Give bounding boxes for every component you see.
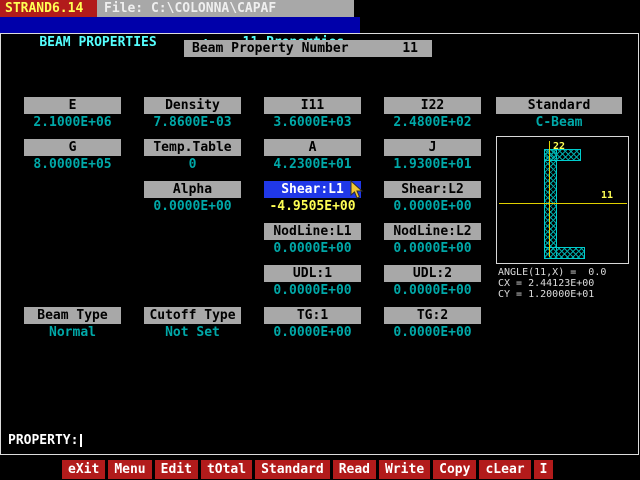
field-cutoff-type-value: Not Set	[144, 324, 241, 341]
field-shear-l2-button[interactable]: Shear:L2	[384, 181, 481, 198]
section-standard-button[interactable]: Standard	[496, 97, 622, 114]
field-nodline-l2-button[interactable]: NodLine:L2	[384, 223, 481, 240]
mouse-cursor	[350, 180, 364, 204]
field-nodline-l1-button[interactable]: NodLine:L1	[264, 223, 361, 240]
command-input[interactable]: PROPERTY:	[8, 432, 82, 449]
field-udl-1-value: 0.0000E+00	[264, 282, 361, 299]
field-shear-l1-value: -4.9505E+00	[264, 198, 361, 215]
section-type-label: C-Beam	[496, 114, 622, 131]
field-shear-l2-value: 0.0000E+00	[384, 198, 481, 215]
field-e-value: 2.1000E+06	[24, 114, 121, 131]
menu-item-clear[interactable]: cLear	[479, 460, 530, 479]
file-path: File: C:\COLONNA\CAPAF	[97, 0, 354, 17]
field-shear-l2: Shear:L2 0.0000E+00	[384, 181, 481, 215]
beam-bottom-flange	[544, 247, 585, 259]
section-cx: CX = 2.44123E+00	[498, 279, 594, 289]
axis-22-line	[549, 141, 550, 257]
property-number: 11	[402, 40, 418, 57]
field-g-value: 8.0000E+05	[24, 156, 121, 173]
axis-22-label: 22	[553, 142, 565, 152]
field-j-button[interactable]: J	[384, 139, 481, 156]
field-tg-2-value: 0.0000E+00	[384, 324, 481, 341]
field-nodline-l1: NodLine:L1 0.0000E+00	[264, 223, 361, 257]
page-title: Beam Property Number 11	[184, 40, 432, 57]
field-udl-2: UDL:2 0.0000E+00	[384, 265, 481, 299]
field-udl-2-value: 0.0000E+00	[384, 282, 481, 299]
field-udl-1-button[interactable]: UDL:1	[264, 265, 361, 282]
field-i22: I22 2.4800E+02	[384, 97, 481, 131]
field-density-value: 7.8600E-03	[144, 114, 241, 131]
bottom-menu: eXit Menu Edit tOtal Standard Read Write…	[0, 460, 640, 480]
field-nodline-l2-value: 0.0000E+00	[384, 240, 481, 257]
field-tg-2: TG:2 0.0000E+00	[384, 307, 481, 341]
menu-item-i[interactable]: I	[534, 460, 554, 479]
field-shear-l1: Shear:L1 -4.9505E+00	[264, 181, 361, 215]
menu-item-total[interactable]: tOtal	[201, 460, 252, 479]
field-e-button[interactable]: E	[24, 97, 121, 114]
field-temp-table-button[interactable]: Temp.Table	[144, 139, 241, 156]
command-prompt-label: PROPERTY:	[8, 433, 78, 448]
field-beam-type-value: Normal	[24, 324, 121, 341]
menu-item-menu[interactable]: Menu	[108, 460, 151, 479]
field-alpha: Alpha 0.0000E+00	[144, 181, 241, 215]
field-a-button[interactable]: A	[264, 139, 361, 156]
field-e: E 2.1000E+06	[24, 97, 121, 131]
field-temp-table: Temp.Table 0	[144, 139, 241, 173]
field-beam-type: Beam Type Normal	[24, 307, 121, 341]
field-udl-1: UDL:1 0.0000E+00	[264, 265, 361, 299]
field-a-value: 4.2300E+01	[264, 156, 361, 173]
strand-screen: STRAND6.14 File: C:\COLONNA\CAPAF BEAM P…	[0, 0, 640, 480]
field-i11-value: 3.6000E+03	[264, 114, 361, 131]
view-title-bar: BEAM PROPERTIES:11 Properties	[0, 17, 360, 34]
field-i11: I11 3.6000E+03	[264, 97, 361, 131]
field-g-button[interactable]: G	[24, 139, 121, 156]
field-i11-button[interactable]: I11	[264, 97, 361, 114]
menu-item-standard[interactable]: Standard	[255, 460, 330, 479]
menu-item-copy[interactable]: Copy	[433, 460, 476, 479]
section-diagram: 22 11	[496, 136, 629, 264]
field-beam-type-button[interactable]: Beam Type	[24, 307, 121, 324]
field-density-button[interactable]: Density	[144, 97, 241, 114]
section-angle: ANGLE(11,X) = 0.0	[498, 268, 606, 278]
field-nodline-l1-value: 0.0000E+00	[264, 240, 361, 257]
field-g: G 8.0000E+05	[24, 139, 121, 173]
section-cy: CY = 1.20000E+01	[498, 290, 594, 300]
field-a: A 4.2300E+01	[264, 139, 361, 173]
axis-11-line	[499, 203, 627, 204]
field-i22-button[interactable]: I22	[384, 97, 481, 114]
field-j-value: 1.9300E+01	[384, 156, 481, 173]
field-shear-l1-button[interactable]: Shear:L1	[264, 181, 361, 198]
page-title-label: Beam Property Number	[192, 40, 349, 57]
field-i22-value: 2.4800E+02	[384, 114, 481, 131]
beam-web	[544, 149, 557, 259]
field-tg-1-value: 0.0000E+00	[264, 324, 361, 341]
app-title: STRAND6.14	[0, 0, 97, 17]
field-nodline-l2: NodLine:L2 0.0000E+00	[384, 223, 481, 257]
field-cutoff-type-button[interactable]: Cutoff Type	[144, 307, 241, 324]
menu-item-write[interactable]: Write	[379, 460, 430, 479]
field-tg-1: TG:1 0.0000E+00	[264, 307, 361, 341]
field-j: J 1.9300E+01	[384, 139, 481, 173]
field-cutoff-type: Cutoff Type Not Set	[144, 307, 241, 341]
text-cursor	[80, 434, 82, 447]
field-alpha-value: 0.0000E+00	[144, 198, 241, 215]
field-temp-table-value: 0	[144, 156, 241, 173]
field-udl-2-button[interactable]: UDL:2	[384, 265, 481, 282]
field-alpha-button[interactable]: Alpha	[144, 181, 241, 198]
menu-item-edit[interactable]: Edit	[155, 460, 198, 479]
field-density: Density 7.8600E-03	[144, 97, 241, 131]
field-tg-2-button[interactable]: TG:2	[384, 307, 481, 324]
axis-11-label: 11	[601, 191, 613, 201]
field-tg-1-button[interactable]: TG:1	[264, 307, 361, 324]
menu-item-exit[interactable]: eXit	[62, 460, 105, 479]
menu-item-read[interactable]: Read	[333, 460, 376, 479]
